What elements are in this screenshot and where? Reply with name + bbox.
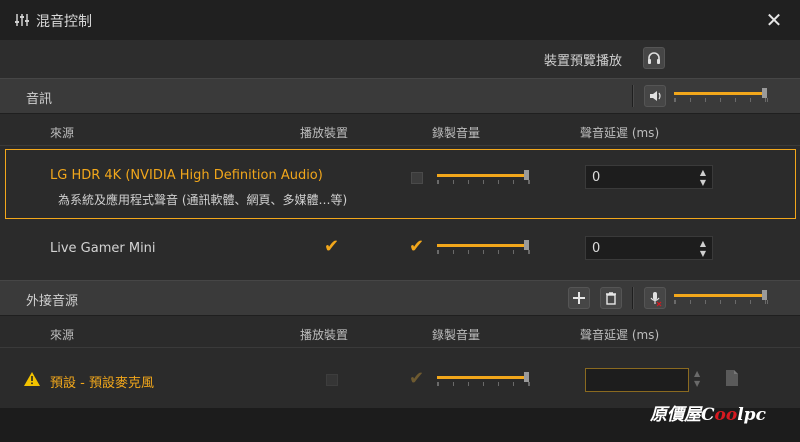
section-divider xyxy=(632,287,634,309)
source-name: LG HDR 4K (NVIDIA High Definition Audio) xyxy=(50,168,323,183)
record-volume-fill xyxy=(437,376,526,379)
spin-up-icon[interactable]: ▲ xyxy=(700,239,706,248)
audio-volume-ticks xyxy=(674,98,768,102)
record-volume-ticks xyxy=(437,250,530,254)
col-playback: 播放裝置 xyxy=(300,126,349,140)
column-header-row xyxy=(0,318,800,348)
col-playback: 播放裝置 xyxy=(300,328,349,342)
col-source: 來源 xyxy=(50,126,75,140)
spin-arrows-icon[interactable]: ▲ ▼ xyxy=(694,369,700,389)
playback-check-icon[interactable]: ✔ xyxy=(324,236,339,257)
mixer-icon xyxy=(15,14,29,26)
plus-icon xyxy=(573,292,585,304)
delay-input[interactable]: 0 ▲ ▼ xyxy=(585,236,713,260)
device-preview-row xyxy=(0,40,800,78)
section-divider xyxy=(632,85,634,107)
delete-source-button[interactable] xyxy=(600,287,622,309)
external-section-title: 外接音源 xyxy=(26,294,79,309)
delay-value: 0 xyxy=(592,170,601,185)
audio-section-title: 音訊 xyxy=(26,92,53,107)
delay-value: 0 xyxy=(592,241,601,256)
audio-volume-knob[interactable] xyxy=(762,88,767,98)
close-icon[interactable]: ✕ xyxy=(764,10,784,30)
record-volume-fill xyxy=(437,174,526,177)
trash-icon xyxy=(606,292,616,305)
source-name: 預設 - 預設麥克風 xyxy=(50,376,154,391)
audio-volume-fill xyxy=(674,92,764,95)
brand-c: C xyxy=(701,405,715,425)
warning-icon xyxy=(24,372,40,386)
mic-button[interactable] xyxy=(644,287,666,309)
brand-ring: oo xyxy=(714,405,738,425)
column-header-row xyxy=(0,116,800,146)
record-volume-ticks xyxy=(437,180,530,184)
record-volume-knob[interactable] xyxy=(524,170,529,180)
document-icon[interactable] xyxy=(724,369,740,387)
delay-input[interactable] xyxy=(585,368,689,392)
microphone-icon xyxy=(650,292,662,307)
external-volume-ticks xyxy=(674,300,768,304)
brand-suffix: lpc xyxy=(737,405,766,425)
col-delay: 聲音延遲 (ms) xyxy=(580,328,660,342)
record-volume-knob[interactable] xyxy=(524,240,529,250)
col-delay: 聲音延遲 (ms) xyxy=(580,126,660,140)
spin-down-icon[interactable]: ▼ xyxy=(700,249,706,258)
external-section-bar xyxy=(0,280,800,316)
speaker-icon xyxy=(650,91,661,101)
record-checkbox[interactable] xyxy=(411,172,423,184)
source-subtitle: 為系統及應用程式聲音 (通訊軟體、網頁、多媒體…等) xyxy=(58,193,348,207)
audio-section-bar xyxy=(0,78,800,114)
window-title: 混音控制 xyxy=(36,14,92,30)
headphone-button[interactable] xyxy=(643,47,665,69)
record-check-icon[interactable]: ✔ xyxy=(409,236,424,257)
delay-input[interactable]: 0 ▲ ▼ xyxy=(585,165,713,189)
record-volume-knob[interactable] xyxy=(524,372,529,382)
record-check-icon[interactable]: ✔ xyxy=(409,368,424,389)
playback-checkbox[interactable] xyxy=(326,374,338,386)
source-name: Live Gamer Mini xyxy=(50,241,156,256)
col-record: 錄製音量 xyxy=(432,328,481,342)
brand-prefix: 原價屋 xyxy=(650,405,701,425)
spin-up-icon[interactable]: ▲ xyxy=(700,168,706,177)
record-volume-fill xyxy=(437,244,526,247)
col-record: 錄製音量 xyxy=(432,126,481,140)
external-volume-fill xyxy=(674,294,764,297)
add-source-button[interactable] xyxy=(568,287,590,309)
record-volume-ticks xyxy=(437,382,530,386)
external-volume-knob[interactable] xyxy=(762,290,767,300)
brand-watermark: 原價屋Coolpc xyxy=(650,400,766,425)
headphone-icon xyxy=(648,52,660,64)
speaker-button[interactable] xyxy=(644,85,666,107)
spin-down-icon[interactable]: ▼ xyxy=(700,178,706,187)
col-source: 來源 xyxy=(50,328,75,342)
device-preview-label: 裝置預覽播放 xyxy=(544,54,623,69)
title-bar xyxy=(0,0,800,41)
